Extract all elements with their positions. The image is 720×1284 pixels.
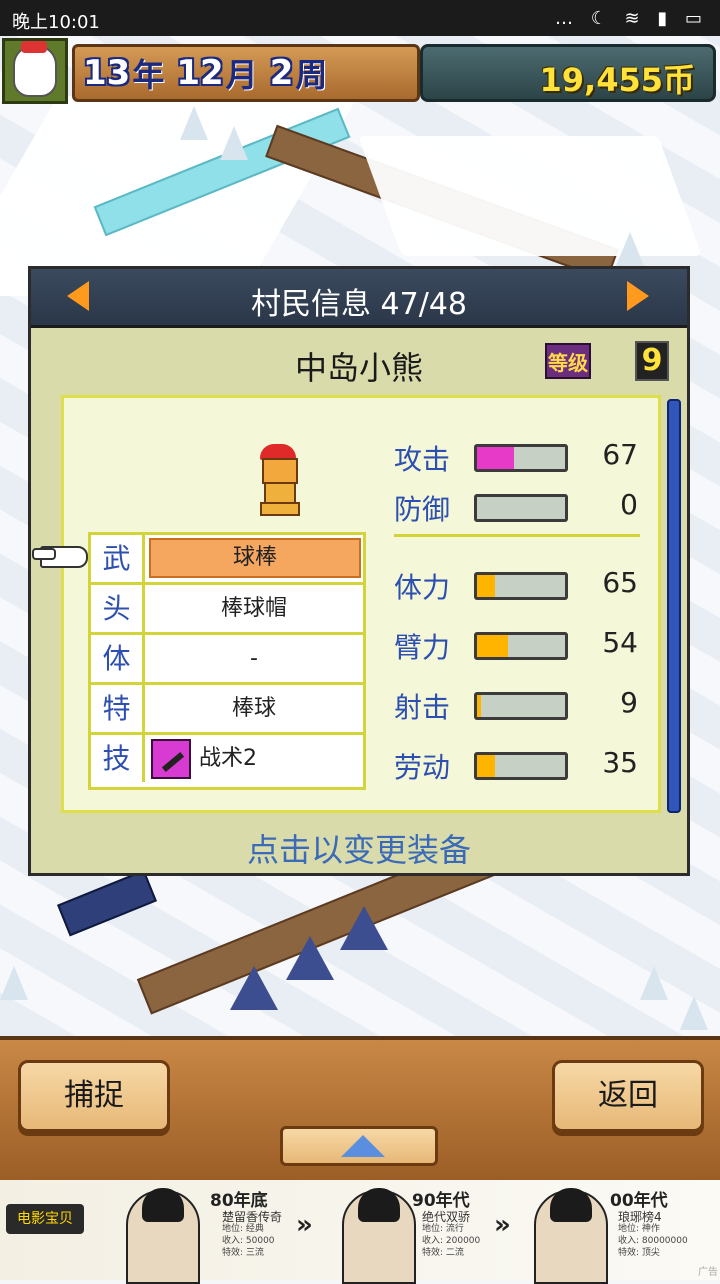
status-icons: … ☾ ≋ ▮ ▭ <box>554 8 708 29</box>
stat-value: 65 <box>602 566 638 599</box>
stat-label: 射击 <box>394 691 451 724</box>
equipment-table: 武 球棒 头 棒球帽 体 - 特 棒球 技 战术2 <box>88 532 366 790</box>
equip-slot-label: 头 <box>91 585 145 632</box>
up-triangle-icon <box>341 1135 385 1157</box>
stat-divider <box>394 534 640 537</box>
stat-value: 35 <box>602 746 638 779</box>
month-number: 12 <box>176 53 224 93</box>
equip-slot-value[interactable]: - <box>145 635 363 682</box>
equip-slot-value[interactable]: 战术2 <box>199 735 257 782</box>
date-bar: 13 年 12 月 2 周 <box>72 44 420 102</box>
dialog-title: 村民信息 47/48 <box>251 287 467 322</box>
stat-bar-fill <box>477 755 495 777</box>
dialog-title-bar: 村民信息 47/48 <box>31 269 687 328</box>
week-number: 2 <box>269 53 294 93</box>
catch-button[interactable]: 捕捉 <box>18 1060 170 1132</box>
ad-sub-3: 琅琊榜4 <box>618 1210 662 1224</box>
stat-label: 防御 <box>394 493 451 526</box>
stat-bar <box>474 632 568 660</box>
ad-detail-1b: 收入: 50000 <box>222 1236 275 1246</box>
stat-value: 0 <box>620 488 638 521</box>
equip-row-body[interactable]: 体 - <box>91 635 363 685</box>
ad-sub-2: 绝代双骄 <box>422 1210 471 1224</box>
level-value: 9 <box>635 341 669 381</box>
week-unit: 周 <box>295 56 328 94</box>
pointing-hand-icon <box>32 540 92 568</box>
villager-sprite <box>252 444 304 516</box>
snowman-avatar[interactable] <box>2 38 68 104</box>
change-equipment-hint[interactable]: 点击以变更装备 <box>31 825 687 871</box>
back-button[interactable]: 返回 <box>552 1060 704 1132</box>
year-unit: 年 <box>132 56 165 94</box>
stat-bar-fill <box>477 695 481 717</box>
equip-row-head[interactable]: 头 棒球帽 <box>91 585 363 635</box>
villager-info-dialog: 村民信息 47/48 中岛小熊 等级 9 武 球棒 头 棒球帽 体 - 特 棒球 <box>28 266 690 876</box>
ad-detail-1a: 地位: 经典 <box>222 1224 264 1234</box>
stat-shooting: 射击 9 <box>394 682 654 726</box>
ad-detail-3b: 收入: 80000000 <box>618 1236 688 1246</box>
ad-portrait-1 <box>126 1188 200 1284</box>
equip-slot-value[interactable]: 棒球帽 <box>145 585 363 632</box>
ad-logo: 电影宝贝 <box>6 1204 84 1234</box>
ad-detail-3a: 地位: 神作 <box>618 1224 660 1234</box>
equip-slot-value[interactable]: 棒球 <box>145 685 363 732</box>
stat-bar <box>474 494 568 522</box>
ad-detail-3c: 特效: 顶尖 <box>618 1248 660 1258</box>
coin-display: 19,455币 <box>420 44 716 102</box>
ad-portrait-2 <box>342 1188 416 1284</box>
equip-row-weapon[interactable]: 武 球棒 <box>91 535 363 585</box>
equip-slot-label: 特 <box>91 685 145 732</box>
stat-value: 67 <box>602 438 638 471</box>
snowman-icon <box>13 41 57 97</box>
ad-chevron-icon: » <box>494 1210 511 1240</box>
stat-bar-fill <box>477 635 508 657</box>
stat-strength: 臂力 54 <box>394 622 654 666</box>
stat-stamina: 体力 65 <box>394 562 654 606</box>
ad-banner[interactable]: 电影宝贝 80年底 楚留香传奇 地位: 经典 收入: 50000 特效: 三流 … <box>0 1180 720 1284</box>
ad-detail-2c: 特效: 二流 <box>422 1248 464 1258</box>
stat-label: 体力 <box>394 571 451 604</box>
stat-value: 9 <box>620 686 638 719</box>
month-unit: 月 <box>225 56 258 94</box>
stat-label: 攻击 <box>394 443 451 476</box>
stat-bar-fill <box>477 575 495 597</box>
stat-bar <box>474 752 568 780</box>
level-label: 等级 <box>545 343 591 379</box>
panel-scrollbar[interactable] <box>667 399 681 813</box>
ad-detail-1c: 特效: 三流 <box>222 1248 264 1258</box>
ad-detail-2a: 地位: 流行 <box>422 1224 464 1234</box>
stat-bar <box>474 444 568 472</box>
coin-count: 19,455币 <box>539 61 696 99</box>
skill-tactic-icon <box>151 739 191 779</box>
ad-portrait-3 <box>534 1188 608 1284</box>
equip-slot-value[interactable]: 球棒 <box>149 538 361 578</box>
year-number: 13 <box>83 53 131 93</box>
equip-slot-label: 武 <box>91 535 145 582</box>
ad-tag: 广告 <box>698 1267 718 1278</box>
status-time: 晚上10:01 <box>12 12 100 33</box>
stat-defense: 防御 0 <box>394 484 654 528</box>
status-bar: 晚上10:01 … ☾ ≋ ▮ ▭ <box>0 0 720 36</box>
equip-row-skill[interactable]: 技 战术2 <box>91 735 363 785</box>
stat-bar <box>474 572 568 600</box>
stat-label: 臂力 <box>394 631 451 664</box>
equip-row-special[interactable]: 特 棒球 <box>91 685 363 735</box>
ad-detail-2b: 收入: 200000 <box>422 1236 481 1246</box>
stat-label: 劳动 <box>394 751 451 784</box>
ad-sub-1: 楚留香传奇 <box>222 1210 283 1224</box>
stat-bar <box>474 692 568 720</box>
stat-labor: 劳动 35 <box>394 742 654 786</box>
ad-chevron-icon: » <box>296 1210 313 1240</box>
stat-bar-fill <box>477 447 514 469</box>
expand-button[interactable] <box>280 1126 438 1166</box>
bottom-control-panel: 捕捉 返回 <box>0 1036 720 1184</box>
equip-slot-label: 技 <box>91 735 145 782</box>
equip-slot-label: 体 <box>91 635 145 682</box>
villager-detail-panel: 武 球棒 头 棒球帽 体 - 特 棒球 技 战术2 攻击 67 防御 0 体力 … <box>61 395 661 813</box>
next-arrow-icon[interactable] <box>627 281 649 311</box>
stat-attack: 攻击 67 <box>394 434 654 478</box>
stat-value: 54 <box>602 626 638 659</box>
